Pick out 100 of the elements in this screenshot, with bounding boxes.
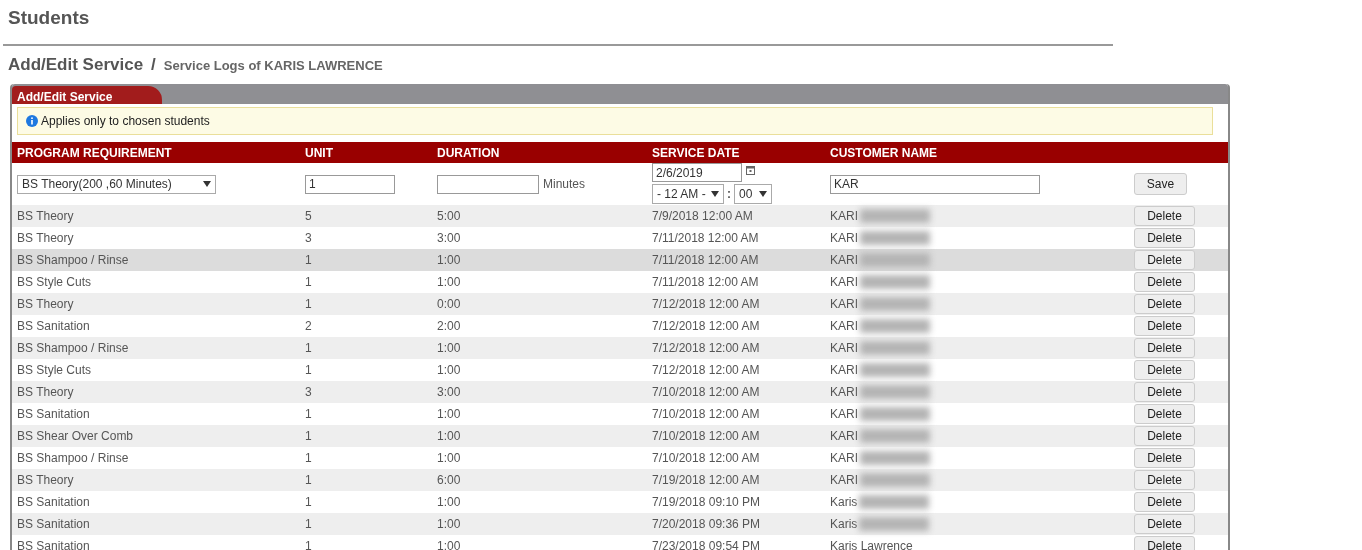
notice-text: Applies only to chosen students [41, 113, 210, 130]
program-cell-text: BS Sanitation [17, 516, 90, 533]
program-cell-text: BS Shampoo / Rinse [17, 340, 129, 357]
customer-field[interactable]: KAR [830, 174, 1040, 194]
info-icon [26, 115, 38, 127]
unit-cell-text: 1 [305, 296, 312, 313]
unit-cell-text: 1 [305, 538, 312, 550]
caret-icon [711, 191, 719, 197]
customer-cell-text: Karis [830, 516, 858, 533]
customer-cell-text: KARI [830, 208, 858, 225]
service-date-cell-text: 7/12/2018 12:00 AM [652, 340, 760, 357]
service-date-cell-text: 7/10/2018 12:00 AM [652, 406, 760, 423]
service-date-cell-text: 7/11/2018 12:00 AM [652, 274, 759, 291]
unit-cell-text: 1 [305, 252, 312, 269]
unit-cell-text: 1 [305, 406, 312, 423]
service-date-cell-text: 7/10/2018 12:00 AM [652, 384, 760, 401]
unit-cell-text: 5 [305, 208, 312, 225]
column-header: CUSTOMER NAME [830, 144, 938, 162]
unit-cell-text: 1 [305, 472, 312, 489]
customer-cell-text: KARI [830, 230, 858, 247]
program-cell-text: BS Theory [17, 384, 74, 401]
customer-cell-text: Karis Lawrence [830, 538, 913, 550]
customer-cell-text: KARI [830, 362, 858, 379]
customer-cell-text: KARI [830, 450, 858, 467]
delete-button[interactable]: Delete [1134, 272, 1195, 292]
delete-button[interactable]: Delete [1134, 206, 1195, 226]
hour-select[interactable]: - 12 AM - [652, 184, 724, 204]
customer-cell-text: KARI [830, 252, 858, 269]
duration-cell-text: 1:00 [437, 428, 461, 445]
customer-cell-text: KARI [830, 406, 858, 423]
duration-unit-label: Minutes [543, 176, 586, 193]
customer-cell-text: KARI [830, 384, 858, 401]
service-date-cell-text: 7/23/2018 09:54 PM [652, 538, 761, 550]
unit-cell-text: 1 [305, 340, 312, 357]
unit-cell-text: 3 [305, 230, 312, 247]
program-cell-text: BS Theory [17, 208, 74, 225]
unit-cell-text: 1 [305, 274, 312, 291]
program-cell-text: BS Sanitation [17, 538, 90, 550]
duration-cell-text: 1:00 [437, 252, 461, 269]
program-cell-text: BS Theory [17, 472, 74, 489]
unit-cell-text: 1 [305, 516, 312, 533]
delete-button[interactable]: Delete [1134, 382, 1195, 402]
delete-button[interactable]: Delete [1134, 404, 1195, 424]
program-cell-text: BS Shear Over Comb [17, 428, 134, 445]
delete-button[interactable]: Delete [1134, 250, 1195, 270]
delete-button[interactable]: Delete [1134, 536, 1195, 550]
minute-select[interactable]: 00 [734, 184, 772, 204]
customer-cell-text: KARI [830, 274, 858, 291]
delete-button[interactable]: Delete [1134, 492, 1195, 512]
service-date-cell-text: 7/19/2018 09:10 PM [652, 494, 761, 511]
delete-button[interactable]: Delete [1134, 338, 1195, 358]
program-select[interactable]: BS Theory(200 ,60 Minutes) [17, 174, 216, 194]
duration-cell-text: 5:00 [437, 208, 461, 225]
panel-tab[interactable]: Add/Edit Service [12, 86, 163, 104]
unit-cell-text: 1 [305, 494, 312, 511]
delete-button[interactable]: Delete [1134, 294, 1195, 314]
duration-cell-text: 1:00 [437, 538, 461, 550]
column-header: UNIT [305, 144, 333, 162]
delete-button[interactable]: Delete [1134, 228, 1195, 248]
column-header: DURATION [437, 144, 500, 162]
date-field[interactable]: 2/6/2019 [652, 163, 742, 182]
program-cell-text: BS Style Cuts [17, 362, 92, 379]
duration-cell-text: 1:00 [437, 362, 461, 379]
duration-cell-text: 1:00 [437, 340, 461, 357]
customer-cell-text: Karis [830, 494, 858, 511]
program-cell-text: BS Sanitation [17, 494, 90, 511]
save-button[interactable]: Save [1134, 173, 1187, 195]
unit-cell-text: 1 [305, 450, 312, 467]
delete-button[interactable]: Delete [1134, 448, 1195, 468]
duration-cell-text: 3:00 [437, 230, 461, 247]
program-cell-text: BS Style Cuts [17, 274, 92, 291]
time-separator: : [727, 186, 731, 203]
program-cell-text: BS Sanitation [17, 406, 90, 423]
service-date-cell-text: 7/12/2018 12:00 AM [652, 318, 760, 335]
page-title: Students [8, 6, 91, 30]
customer-cell-text: KARI [830, 472, 858, 489]
calendar-icon[interactable] [746, 165, 755, 175]
unit-field[interactable]: 1 [305, 174, 395, 194]
delete-button[interactable]: Delete [1134, 360, 1195, 380]
customer-cell-text: KARI [830, 296, 858, 313]
program-cell-text: BS Shampoo / Rinse [17, 450, 129, 467]
service-date-cell-text: 7/20/2018 09:36 PM [652, 516, 761, 533]
section-title: Add/Edit Service [8, 54, 144, 76]
duration-cell-text: 2:00 [437, 318, 461, 335]
service-date-cell-text: 7/11/2018 12:00 AM [652, 252, 759, 269]
duration-field[interactable] [437, 174, 539, 194]
duration-cell-text: 1:00 [437, 494, 461, 511]
column-header: SERVICE DATE [652, 144, 740, 162]
unit-cell-text: 2 [305, 318, 312, 335]
service-date-cell-text: 7/9/2018 12:00 AM [652, 208, 753, 225]
delete-button[interactable]: Delete [1134, 470, 1195, 490]
program-cell-text: BS Sanitation [17, 318, 90, 335]
delete-button[interactable]: Delete [1134, 426, 1195, 446]
customer-cell-text: KARI [830, 318, 858, 335]
delete-button[interactable]: Delete [1134, 514, 1195, 534]
duration-cell-text: 1:00 [437, 274, 461, 291]
service-date-cell-text: 7/12/2018 12:00 AM [652, 362, 760, 379]
customer-cell-text: KARI [830, 428, 858, 445]
duration-cell-text: 1:00 [437, 450, 461, 467]
delete-button[interactable]: Delete [1134, 316, 1195, 336]
